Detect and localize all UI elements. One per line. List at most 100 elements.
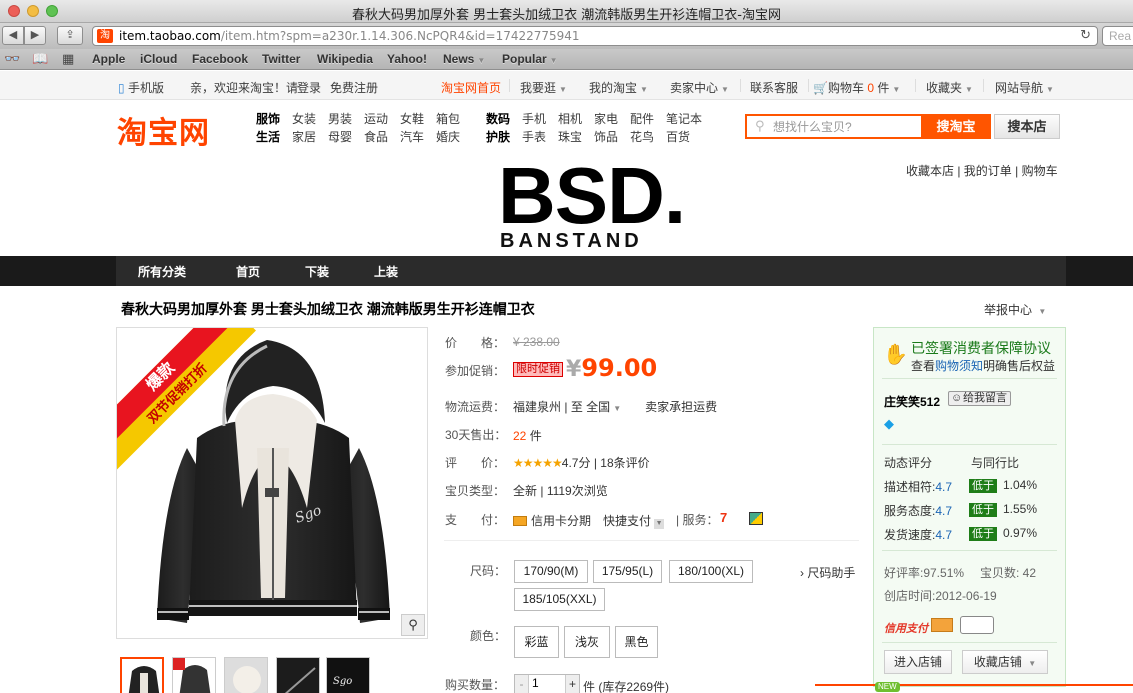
report-center-link[interactable]: 举报中心 ▼ [984,301,1046,318]
bookmark-twitter[interactable]: Twitter [262,52,300,66]
taobao-logo[interactable]: 淘宝网 [117,108,210,152]
customer-service-link[interactable]: 联系客服 [750,79,798,96]
size-helper-link[interactable]: › 尺码助手 [800,564,855,581]
guarantee-title[interactable]: 已签署消费者保障协议 [911,338,1051,358]
my-taobao-menu[interactable]: 我的淘宝 ▼ [589,79,648,96]
size-option-m[interactable]: 170/90(M) [514,560,588,583]
bookmarks-book-icon[interactable]: 📖 [32,51,48,67]
category-link[interactable]: 婚庆 [436,128,460,145]
shop-nav-all-categories[interactable]: 所有分类 [138,263,186,280]
product-main-image[interactable]: Sgo 爆款 双节促销打折 ⚲ [116,327,428,639]
seller-center-menu[interactable]: 卖家中心 ▼ [670,79,729,96]
seven-day-return-icon[interactable]: 7 [720,511,734,525]
size-option-l[interactable]: 175/95(L) [593,560,662,583]
category-link[interactable]: 笔记本 [666,110,702,127]
shop-nav-tops[interactable]: 上装 [374,263,398,280]
category-link[interactable]: 运动 [364,110,388,127]
bookmark-yahoo[interactable]: Yahoo! [387,52,427,66]
payment-methods[interactable]: 信用卡分期 快捷支付 ▼ [513,512,665,529]
color-option-blue[interactable]: 彩蓝 [514,626,559,658]
category-link[interactable]: 母婴 [328,128,352,145]
category-link[interactable]: 汽车 [400,128,424,145]
category-link[interactable]: 食品 [364,128,388,145]
quantity-increase-button[interactable]: + [565,675,579,693]
category-link[interactable]: 饰品 [594,128,618,145]
size-option-xl[interactable]: 180/100(XL) [669,560,753,583]
dsr-shipping[interactable]: 发货速度:4.7 [884,526,952,543]
reload-icon[interactable]: ↻ [1080,27,1091,45]
shop-nav-home[interactable]: 首页 [236,263,260,280]
seller-name[interactable]: 庄笑笑512 [884,393,940,410]
service-badge-icon[interactable] [749,512,763,525]
shop-brand-logo[interactable]: BSD. BANSTAND [498,156,698,253]
category-link[interactable]: 生活 [256,128,280,145]
dsr-service[interactable]: 服务态度:4.7 [884,502,952,519]
category-link[interactable]: 花鸟 [630,128,654,145]
mobile-link[interactable]: ▯ 手机版 [118,79,164,96]
color-option-black[interactable]: 黑色 [615,626,658,658]
ship-destination-select[interactable]: 全国 ▼ [586,400,621,414]
thumbnail-3[interactable] [224,657,268,693]
category-link[interactable]: 配件 [630,110,654,127]
category-link[interactable]: 服饰 [256,110,280,127]
cart-menu[interactable]: 🛒购物车 0 件 ▼ [813,79,900,96]
payment-label: 支 付： [445,513,506,527]
category-link[interactable]: 手表 [522,128,546,145]
shop-quick-links[interactable]: 收藏本店 | 我的订单 | 购物车 [906,162,1058,179]
leave-message-button[interactable]: ☺ 给我留言 [948,391,1011,406]
buy-menu[interactable]: 我要逛 ▼ [520,79,567,96]
size-option-xxl[interactable]: 185/105(XXL) [514,588,605,611]
reader-button[interactable]: Rea [1102,26,1133,46]
url-path: /item.htm?spm=a230r.1.14.306.NcPQR4&id=1… [220,29,580,43]
favorite-shop-button[interactable]: 收藏店铺 ▼ [962,650,1048,674]
bookmark-popular[interactable]: Popular ▼ [502,52,558,66]
taobao-home-link[interactable]: 淘宝网首页 [441,79,501,96]
category-link[interactable]: 箱包 [436,110,460,127]
category-link[interactable]: 女鞋 [400,110,424,127]
search-input[interactable] [773,118,918,136]
category-link[interactable]: 相机 [558,110,582,127]
rating-info[interactable]: ★★★★★4.7分 | 18条评价 [513,454,650,471]
enter-shop-button[interactable]: 进入店铺 [884,650,952,674]
thumbnail-1[interactable] [120,657,164,693]
category-link[interactable]: 女装 [292,110,316,127]
favorites-menu[interactable]: 收藏夹 ▼ [926,79,973,96]
login-link[interactable]: 登录 [297,79,321,96]
thumbnail-4[interactable] [276,657,320,693]
hoodie-thumb-image [173,658,211,693]
category-link[interactable]: 手机 [522,110,546,127]
category-link[interactable]: 数码 [486,110,510,127]
site-nav-menu[interactable]: 网站导航 ▼ [995,79,1054,96]
category-link[interactable]: 珠宝 [558,128,582,145]
forward-button[interactable]: ▶ [24,26,46,45]
dsr-description[interactable]: 描述相符:4.7 [884,478,952,495]
category-link[interactable]: 家居 [292,128,316,145]
category-link[interactable]: 家电 [594,110,618,127]
search-taobao-button[interactable]: 搜淘宝 [921,114,991,139]
bookmark-icloud[interactable]: iCloud [140,52,177,66]
share-button[interactable]: ⇪ [57,26,83,45]
thumbnail-2[interactable] [172,657,216,693]
bookmark-wikipedia[interactable]: Wikipedia [317,52,373,66]
new-badge: NEW [815,682,1133,693]
register-link[interactable]: 免费注册 [330,79,378,96]
address-bar[interactable]: 淘 item.taobao.com/item.htm?spm=a230r.1.1… [92,26,1098,46]
color-option-light-gray[interactable]: 浅灰 [564,626,610,658]
quantity-input[interactable]: 1 [532,676,539,690]
category-link[interactable]: 护肤 [486,128,510,145]
bookmark-apple[interactable]: Apple [92,52,125,66]
search-store-button[interactable]: 搜本店 [994,114,1060,139]
back-button[interactable]: ◀ [2,26,24,45]
shopping-notice-link[interactable]: 购物须知 [935,359,983,373]
top-sites-grid-icon[interactable]: ▦ [62,51,74,67]
category-link[interactable]: 百货 [666,128,690,145]
thumbnail-5[interactable]: Sgo [326,657,370,693]
bookmark-news[interactable]: News ▼ [443,52,485,66]
bookmark-facebook[interactable]: Facebook [192,52,248,66]
category-link[interactable]: 男装 [328,110,352,127]
zoom-magnifier-icon[interactable]: ⚲ [401,614,425,636]
quantity-decrease-button[interactable]: - [515,675,529,693]
reading-list-icon[interactable]: 👓 [4,51,20,67]
chevron-down-icon[interactable]: ▼ [654,519,665,529]
shop-nav-bottoms[interactable]: 下装 [305,263,329,280]
